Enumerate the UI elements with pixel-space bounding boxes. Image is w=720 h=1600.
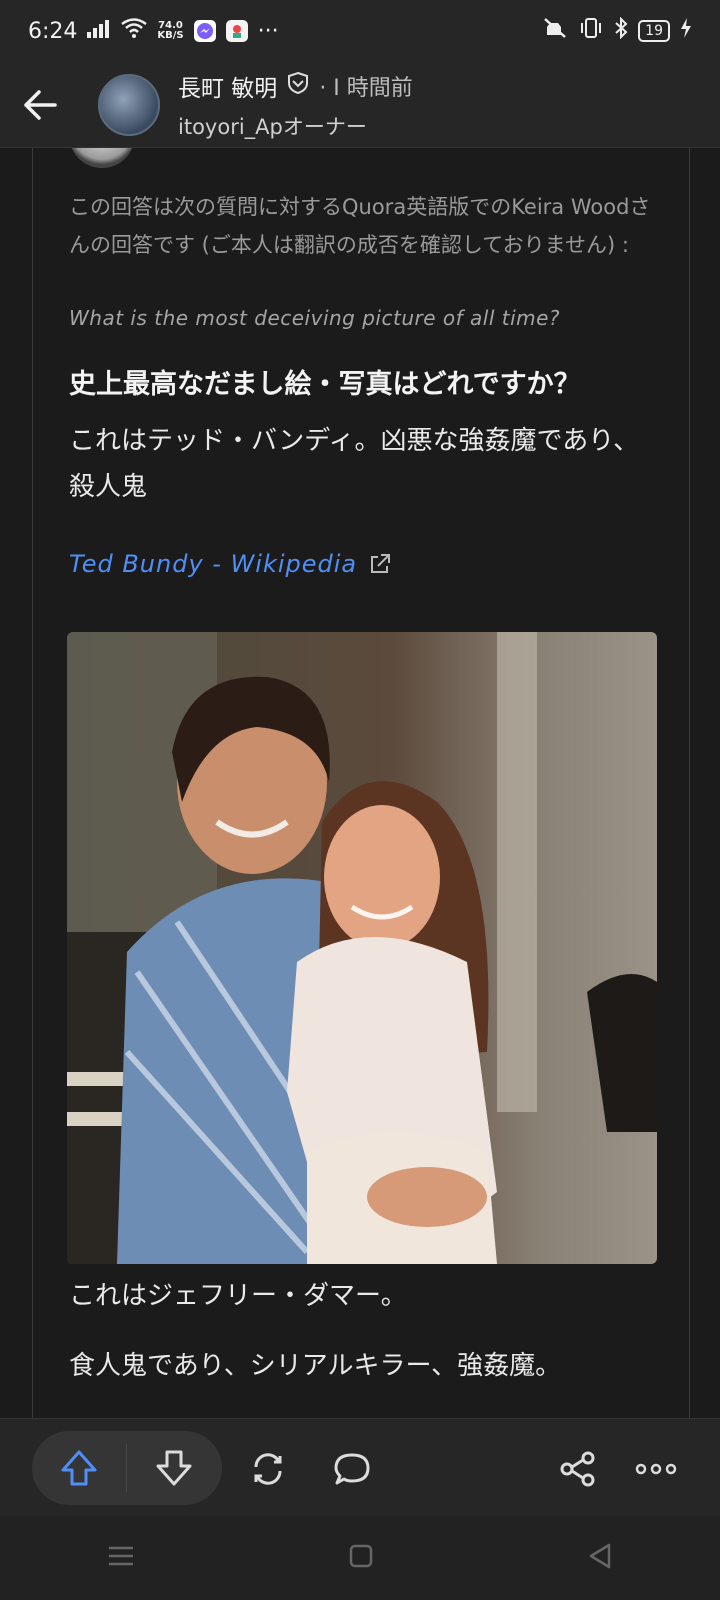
back-button[interactable] [12, 77, 68, 133]
answer-header: 長町 敏明 · I 時間前 itoyori_Apオーナー [0, 62, 720, 148]
post-time: · I 時間前 [319, 75, 413, 101]
more-options-button[interactable] [630, 1443, 682, 1495]
signal-icon [87, 19, 111, 44]
recent-apps-button[interactable] [107, 1544, 135, 1572]
author-name[interactable]: 長町 敏明 [178, 69, 277, 103]
comment-button[interactable] [326, 1443, 378, 1495]
share-icon [560, 1451, 595, 1487]
app-notification-icon [225, 20, 248, 42]
wikipedia-link[interactable]: Ted Bundy - Wikipedia [69, 550, 391, 578]
status-bar: 6:24 74.0 KB/S ··· 19 [0, 0, 720, 62]
verified-shield-icon [287, 71, 309, 101]
comment-bubble-icon [334, 1453, 370, 1485]
answer-photo[interactable] [67, 632, 657, 1264]
system-navigation-bar [0, 1516, 720, 1600]
home-square-icon [349, 1544, 373, 1568]
clock: 6:24 [28, 18, 78, 44]
external-link-icon [371, 554, 391, 573]
question-heading: 史上最高なだまし絵・写真はどれですか？ [69, 369, 581, 400]
answer-paragraph-2: これはジェフリー・ダマー。 [69, 1281, 407, 1311]
net-speed: 74.0 KB/S [157, 20, 184, 41]
back-arrow-icon [24, 89, 57, 120]
link-text[interactable]: Ted Bundy - Wikipedia [69, 550, 357, 578]
author-avatar[interactable] [98, 73, 160, 136]
vote-control [32, 1431, 222, 1505]
messenger-icon [193, 20, 216, 42]
answer-paragraph: これはテッド・バンディ。凶悪な強姦魔であり、殺人鬼 [69, 426, 640, 502]
action-bar [0, 1418, 720, 1516]
share-repost-button[interactable] [242, 1443, 294, 1495]
photo-illustration [67, 632, 657, 1264]
translation-note: この回答は次の質問に対するQuora英語版でのKeira Woodさんの回答です… [69, 195, 651, 257]
mute-vibrate-icon [542, 17, 568, 45]
answer-content: この回答は次の質問に対するQuora英語版でのKeira Woodさんの回答です… [32, 148, 690, 1418]
back-triangle-icon [590, 1543, 611, 1569]
author-credential: itoyori_Apオーナー [178, 114, 367, 139]
refresh-share-icon [254, 1453, 282, 1485]
more-notifications: ··· [257, 18, 279, 44]
nav-back-button[interactable] [587, 1542, 613, 1574]
home-button[interactable] [348, 1543, 374, 1573]
share-button[interactable] [552, 1443, 604, 1495]
upvote-arrow-icon [61, 1450, 97, 1486]
menu-lines-icon [108, 1546, 133, 1566]
wifi-icon [121, 18, 148, 44]
more-dots-icon [635, 1463, 677, 1475]
charging-icon [680, 18, 692, 44]
original-question[interactable]: What is the most deceiving picture of al… [69, 306, 560, 330]
quoted-avatar [69, 148, 135, 168]
downvote-button[interactable] [127, 1431, 221, 1505]
downvote-arrow-icon [156, 1450, 192, 1486]
battery-indicator: 19 [638, 20, 670, 42]
upvote-button[interactable] [32, 1431, 126, 1505]
vibrate-icon [578, 17, 604, 45]
bluetooth-icon [614, 16, 628, 45]
answer-paragraph-3: 食人鬼であり、シリアルキラー、強姦魔。 [69, 1351, 562, 1381]
